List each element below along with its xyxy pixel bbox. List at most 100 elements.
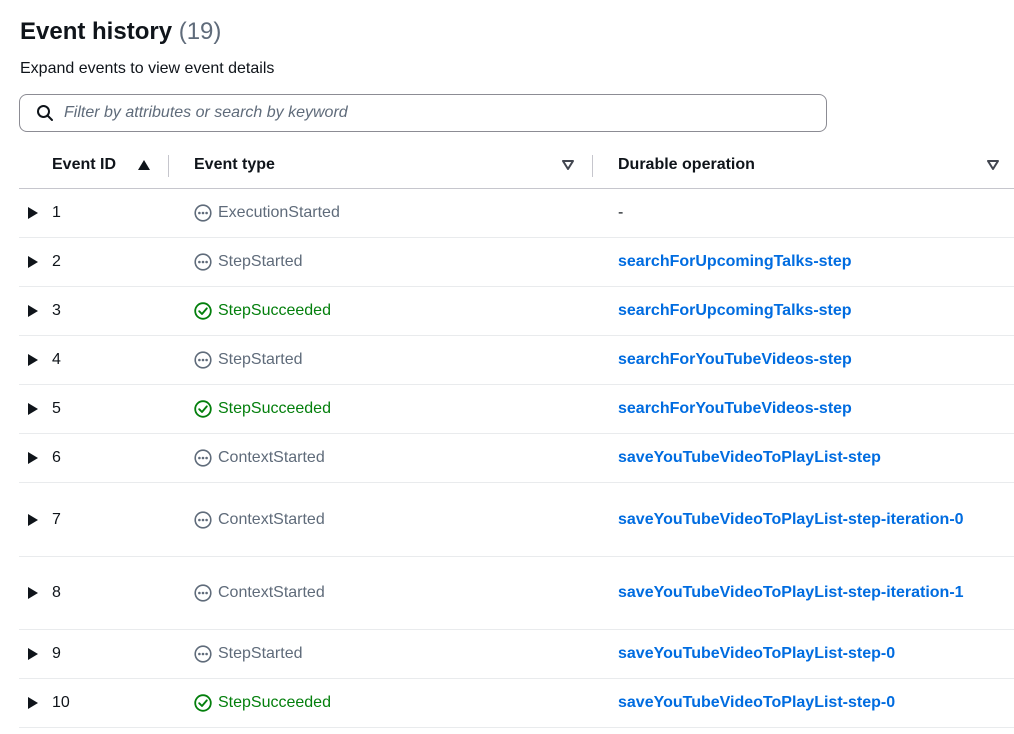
- durable-operation-link[interactable]: searchForUpcomingTalks-step: [618, 299, 852, 323]
- event-id: 2: [52, 253, 61, 270]
- event-type-label: ContextStarted: [218, 449, 325, 466]
- check-circle-icon: [194, 694, 212, 712]
- table-row[interactable]: 4 StepStarted searchForYouTubeVideos-step: [19, 336, 1014, 385]
- table-row[interactable]: 10 StepSucceeded saveYouTubeVideoToPlayLis…: [19, 679, 1014, 728]
- column-header-durable-operation-label: Durable operation: [618, 155, 755, 173]
- column-separator[interactable]: [168, 155, 169, 177]
- durable-operation-link[interactable]: searchForYouTubeVideos-step: [618, 397, 852, 421]
- sort-ascending-icon[interactable]: [136, 157, 152, 173]
- expand-row-icon[interactable]: [25, 238, 41, 286]
- durable-operation-link[interactable]: saveYouTubeVideoToPlayList-step: [618, 446, 881, 470]
- event-type: StepSucceeded: [194, 385, 594, 433]
- event-type-label: StepStarted: [218, 351, 303, 368]
- durable-operation-link[interactable]: saveYouTubeVideoToPlayList-step-iteratio…: [618, 508, 964, 532]
- event-id: 5: [52, 400, 61, 417]
- sort-toggle-icon[interactable]: [560, 157, 576, 173]
- expand-row-icon[interactable]: [25, 385, 41, 433]
- durable-operation-link[interactable]: saveYouTubeVideoToPlayList-step-iteratio…: [618, 581, 964, 605]
- table-header: Event ID Event type Durable operation: [19, 141, 1014, 189]
- table-row[interactable]: 5 StepSucceeded searchForYouTubeVideos-ste…: [19, 385, 1014, 434]
- sort-toggle-icon[interactable]: [985, 157, 1001, 173]
- ellipsis-circle-icon: [194, 510, 212, 529]
- event-id: 6: [52, 449, 61, 466]
- search-icon: [35, 103, 55, 123]
- ellipsis-circle-icon: [194, 449, 212, 467]
- durable-operation: -: [618, 189, 998, 237]
- page-title: Event history (19): [20, 16, 221, 48]
- expand-row-icon[interactable]: [25, 287, 41, 335]
- event-id: 10: [52, 694, 70, 711]
- expand-row-icon[interactable]: [25, 336, 41, 384]
- ellipsis-circle-icon: [194, 351, 212, 369]
- event-count: (19): [178, 18, 222, 45]
- table-row[interactable]: 2 StepStarted searchForUpcomingTalks-step: [19, 238, 1014, 287]
- event-id: 8: [52, 584, 61, 601]
- durable-operation-link[interactable]: searchForUpcomingTalks-step: [618, 250, 852, 274]
- event-type-label: ExecutionStarted: [218, 204, 340, 221]
- event-type-label: StepSucceeded: [218, 400, 331, 417]
- durable-operation: saveYouTubeVideoToPlayList-step-0: [618, 679, 998, 727]
- event-type: StepStarted: [194, 336, 594, 384]
- event-id: 7: [52, 510, 61, 528]
- column-header-event-id-label: Event ID: [52, 155, 117, 173]
- page-description: Expand events to view event details: [20, 60, 275, 77]
- event-type-label: StepStarted: [218, 253, 303, 270]
- expand-row-icon[interactable]: [25, 189, 41, 237]
- event-type: ExecutionStarted: [194, 189, 594, 237]
- search-box[interactable]: [19, 94, 827, 132]
- column-separator[interactable]: [592, 155, 593, 177]
- durable-operation: saveYouTubeVideoToPlayList-step-0: [618, 630, 998, 678]
- event-type: ContextStarted: [194, 483, 594, 556]
- event-type-label: StepSucceeded: [218, 302, 331, 319]
- ellipsis-circle-icon: [194, 253, 212, 271]
- durable-operation: searchForUpcomingTalks-step: [618, 238, 998, 286]
- event-type-label: ContextStarted: [218, 584, 325, 601]
- event-type: ContextStarted: [194, 434, 594, 482]
- expand-row-icon[interactable]: [25, 679, 41, 727]
- ellipsis-circle-icon: [194, 584, 212, 602]
- durable-operation: saveYouTubeVideoToPlayList-step-iteratio…: [618, 483, 998, 556]
- table-row[interactable]: 7 ContextStarted saveYouTubeVideoToPlayLis…: [19, 483, 1014, 557]
- event-type: StepSucceeded: [194, 287, 594, 335]
- event-type: StepSucceeded: [194, 679, 594, 727]
- ellipsis-circle-icon: [194, 204, 212, 222]
- event-id: 4: [52, 351, 61, 368]
- table-row[interactable]: 8 ContextStarted saveYouTubeVideoToPlayLis…: [19, 557, 1014, 630]
- check-circle-icon: [194, 302, 212, 320]
- table-body: 1 ExecutionStarted - 2 StepStarted searchForU…: [19, 189, 1014, 728]
- check-circle-icon: [194, 400, 212, 418]
- search-input[interactable]: [64, 98, 784, 128]
- table-row[interactable]: 9 StepStarted saveYouTubeVideoToPlayList-s…: [19, 630, 1014, 679]
- event-type-label: ContextStarted: [218, 510, 325, 528]
- event-type-label: StepSucceeded: [218, 694, 331, 711]
- column-header-event-id[interactable]: Event ID: [52, 141, 168, 188]
- event-type-label: StepStarted: [218, 645, 303, 662]
- event-type: StepStarted: [194, 630, 594, 678]
- event-type: StepStarted: [194, 238, 594, 286]
- event-id: 1: [52, 204, 61, 221]
- event-history-panel: Event history (19) Expand events to view…: [0, 0, 1014, 734]
- durable-operation-empty: -: [618, 204, 624, 221]
- durable-operation: searchForYouTubeVideos-step: [618, 385, 998, 433]
- durable-operation-link[interactable]: searchForYouTubeVideos-step: [618, 348, 852, 372]
- column-header-event-type[interactable]: Event type: [194, 141, 579, 188]
- event-id: 9: [52, 645, 61, 662]
- event-id: 3: [52, 302, 61, 319]
- expand-row-icon[interactable]: [25, 630, 41, 678]
- column-header-durable-operation[interactable]: Durable operation: [618, 141, 1010, 188]
- durable-operation: searchForYouTubeVideos-step: [618, 336, 998, 384]
- durable-operation: saveYouTubeVideoToPlayList-step-iteratio…: [618, 557, 998, 629]
- events-table: Event ID Event type Durable operation 1: [19, 141, 1014, 728]
- ellipsis-circle-icon: [194, 645, 212, 663]
- page-title-text: Event history: [20, 18, 173, 45]
- expand-row-icon[interactable]: [25, 557, 41, 629]
- table-row[interactable]: 1 ExecutionStarted -: [19, 189, 1014, 238]
- expand-row-icon[interactable]: [25, 434, 41, 482]
- table-row[interactable]: 6 ContextStarted saveYouTubeVideoToPlayLis…: [19, 434, 1014, 483]
- table-row[interactable]: 3 StepSucceeded searchForUpcomingTalks-ste…: [19, 287, 1014, 336]
- column-header-event-type-label: Event type: [194, 155, 275, 173]
- durable-operation: searchForUpcomingTalks-step: [618, 287, 998, 335]
- expand-row-icon[interactable]: [25, 483, 41, 556]
- durable-operation-link[interactable]: saveYouTubeVideoToPlayList-step-0: [618, 691, 895, 715]
- durable-operation-link[interactable]: saveYouTubeVideoToPlayList-step-0: [618, 642, 895, 666]
